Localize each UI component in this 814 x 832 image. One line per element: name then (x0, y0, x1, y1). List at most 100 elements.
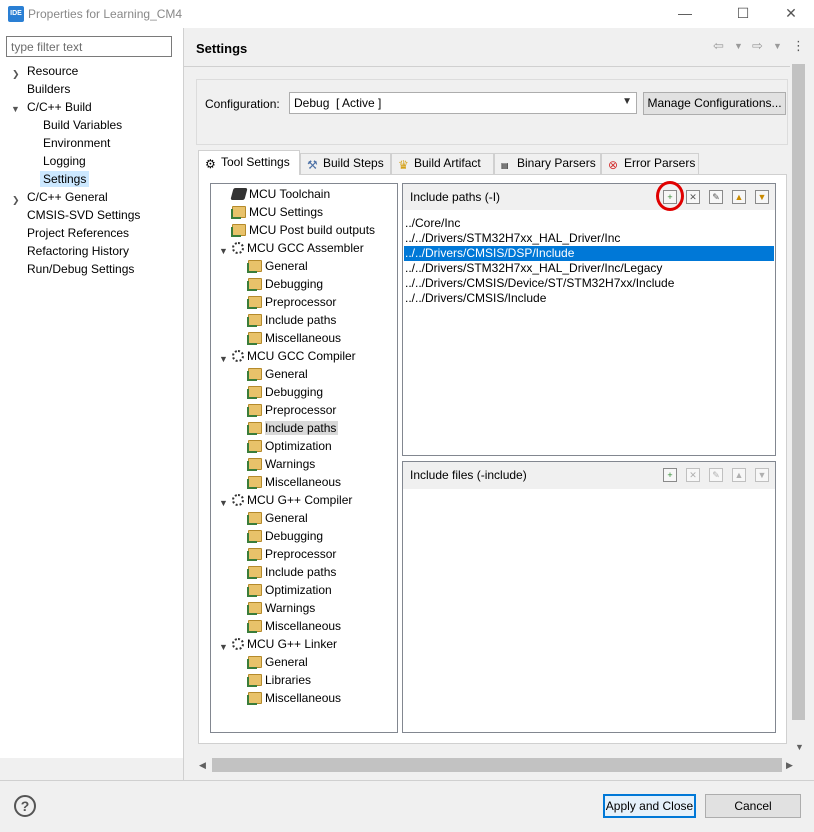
cancel-button[interactable]: Cancel (705, 794, 801, 818)
move-down-icon[interactable]: ▼ (755, 190, 769, 204)
include-files-title: Include files (-include) (410, 468, 527, 482)
delete-icon[interactable]: ✕ (686, 190, 700, 204)
tree-item-general[interactable]: General (247, 258, 308, 275)
tree-item-mcu-gpp-compiler[interactable]: MCU G++ Compiler (232, 492, 352, 509)
nav-item-environment[interactable]: Environment (43, 135, 110, 152)
nav-item-cpp-general[interactable]: C/C++ General (27, 189, 108, 206)
chevron-down-icon[interactable]: ▼ (773, 41, 782, 51)
manage-configurations-button[interactable]: Manage Configurations... (643, 92, 786, 115)
include-files-list[interactable] (402, 461, 776, 733)
nav-item-cmsis-svd-settings[interactable]: CMSIS-SVD Settings (27, 207, 140, 224)
folder-icon (247, 674, 262, 687)
tree-item-preprocessor[interactable]: Preprocessor (247, 546, 336, 563)
include-path-row-selected[interactable]: ../../Drivers/CMSIS/DSP/Include (404, 246, 774, 261)
back-arrow-icon[interactable]: ⇦ (713, 38, 724, 54)
tree-item-optimization[interactable]: Optimization (247, 582, 332, 599)
tab-build-steps[interactable]: ⚒ Build Steps (300, 153, 391, 174)
tree-item-include-paths[interactable]: Include paths (247, 564, 336, 581)
filter-input[interactable] (6, 36, 172, 57)
chevron-down-icon[interactable]: ▼ (11, 104, 20, 114)
include-path-row[interactable]: ../../Drivers/CMSIS/Device/ST/STM32H7xx/… (404, 276, 774, 291)
add-icon[interactable]: + (663, 468, 677, 482)
tab-error-parsers[interactable]: ⊗ Error Parsers (601, 153, 699, 174)
tree-item-general[interactable]: General (247, 654, 308, 671)
nav-item-settings[interactable]: Settings (40, 171, 90, 188)
edit-icon[interactable]: ✎ (709, 468, 723, 482)
forward-arrow-icon[interactable]: ⇨ (752, 38, 763, 54)
folder-icon (247, 530, 262, 543)
nav-item-cpp-build[interactable]: C/C++ Build (27, 99, 92, 116)
folder-icon (247, 512, 262, 525)
tab-binary-parsers[interactable]: ▤ Binary Parsers (494, 153, 601, 174)
nav-item-builders[interactable]: Builders (27, 81, 70, 98)
chevron-down-icon[interactable]: ▼ (219, 246, 228, 256)
gear-icon: ⚙ (205, 157, 216, 171)
nav-item-project-references[interactable]: Project References (27, 225, 129, 242)
minimize-button[interactable]: — (668, 0, 702, 28)
left-scrollbar[interactable] (0, 758, 183, 780)
folder-icon (247, 458, 262, 471)
apply-and-close-button[interactable]: Apply and Close (603, 794, 696, 818)
chevron-right-icon[interactable]: ❯ (12, 195, 20, 206)
nav-item-build-variables[interactable]: Build Variables (43, 117, 122, 134)
chevron-down-icon[interactable]: ▼ (219, 642, 228, 652)
tree-item-debugging[interactable]: Debugging (247, 384, 323, 401)
tree-item-mcu-post-build-outputs[interactable]: MCU Post build outputs (231, 222, 375, 239)
tree-item-preprocessor[interactable]: Preprocessor (247, 294, 336, 311)
panel-divider[interactable] (183, 28, 184, 780)
move-down-icon[interactable]: ▼ (755, 468, 769, 482)
tab-build-artifact[interactable]: ♛ Build Artifact (391, 153, 494, 174)
horizontal-scrollbar-thumb[interactable] (212, 758, 782, 772)
maximize-button[interactable]: ☐ (726, 0, 760, 28)
tree-item-miscellaneous[interactable]: Miscellaneous (247, 618, 341, 635)
configuration-select[interactable]: Debug [ Active ] ▼ (289, 92, 637, 114)
tab-tool-settings[interactable]: ⚙ Tool Settings (198, 150, 300, 175)
footer-divider (0, 780, 814, 781)
tree-item-miscellaneous[interactable]: Miscellaneous (247, 474, 341, 491)
nav-item-refactoring-history[interactable]: Refactoring History (27, 243, 129, 260)
tree-item-general[interactable]: General (247, 510, 308, 527)
tree-item-include-paths-selected[interactable]: Include paths (247, 420, 339, 437)
configuration-label: Configuration: (205, 97, 280, 111)
tree-item-mcu-gpp-linker[interactable]: MCU G++ Linker (232, 636, 337, 653)
tree-item-mcu-gcc-compiler[interactable]: MCU GCC Compiler (232, 348, 356, 365)
tree-item-warnings[interactable]: Warnings (247, 456, 315, 473)
chevron-down-icon[interactable]: ▼ (219, 498, 228, 508)
scroll-right-arrow-icon[interactable]: ▶ (786, 760, 793, 771)
tree-item-mcu-settings[interactable]: MCU Settings (231, 204, 323, 221)
chevron-down-icon[interactable]: ▼ (219, 354, 228, 364)
tree-item-debugging[interactable]: Debugging (247, 276, 323, 293)
trophy-icon: ♛ (398, 158, 409, 172)
delete-icon[interactable]: ✕ (686, 468, 700, 482)
include-path-row[interactable]: ../../Drivers/STM32H7xx_HAL_Driver/Inc/L… (404, 261, 774, 276)
nav-item-resource[interactable]: Resource (27, 63, 78, 80)
tree-item-preprocessor[interactable]: Preprocessor (247, 402, 336, 419)
more-menu-icon[interactable]: ⋮ (792, 38, 805, 54)
tree-item-include-paths[interactable]: Include paths (247, 312, 336, 329)
tree-item-miscellaneous[interactable]: Miscellaneous (247, 690, 341, 707)
tree-item-optimization[interactable]: Optimization (247, 438, 332, 455)
chevron-down-icon[interactable]: ▼ (734, 41, 743, 51)
scroll-left-arrow-icon[interactable]: ◀ (199, 760, 206, 771)
chevron-right-icon[interactable]: ❯ (12, 69, 20, 80)
tree-item-debugging[interactable]: Debugging (247, 528, 323, 545)
tree-item-libraries[interactable]: Libraries (247, 672, 311, 689)
include-path-row[interactable]: ../../Drivers/CMSIS/Include (404, 291, 774, 306)
move-up-icon[interactable]: ▲ (732, 468, 746, 482)
tree-item-miscellaneous[interactable]: Miscellaneous (247, 330, 341, 347)
scroll-down-arrow-icon[interactable]: ▼ (795, 742, 804, 752)
move-up-icon[interactable]: ▲ (732, 190, 746, 204)
tree-item-mcu-gcc-assembler[interactable]: MCU GCC Assembler (232, 240, 364, 257)
help-icon[interactable]: ? (14, 795, 36, 817)
tree-item-warnings[interactable]: Warnings (247, 600, 315, 617)
nav-item-logging[interactable]: Logging (43, 153, 86, 170)
tree-item-mcu-toolchain[interactable]: MCU Toolchain (230, 186, 330, 203)
edit-icon[interactable]: ✎ (709, 190, 723, 204)
include-path-row[interactable]: ../Core/Inc (404, 216, 774, 231)
close-button[interactable]: ✕ (774, 0, 808, 28)
vertical-scrollbar-thumb[interactable] (792, 64, 805, 720)
tree-item-general[interactable]: General (247, 366, 308, 383)
nav-item-run-debug-settings[interactable]: Run/Debug Settings (27, 261, 134, 278)
include-path-row[interactable]: ../../Drivers/STM32H7xx_HAL_Driver/Inc (404, 231, 774, 246)
chip-icon (230, 188, 248, 200)
